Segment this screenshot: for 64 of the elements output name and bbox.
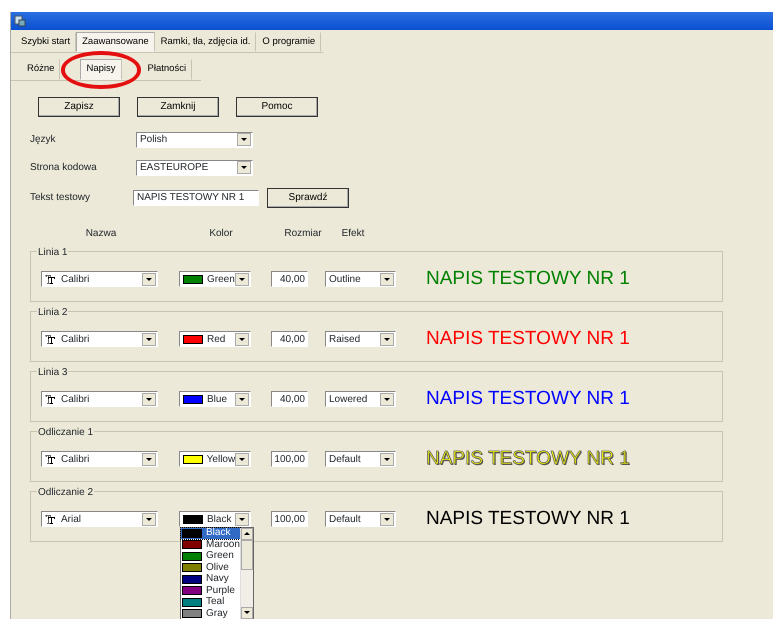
column-header: Kolor bbox=[209, 226, 233, 240]
scrollbar[interactable] bbox=[240, 528, 253, 618]
preview-text: NAPIS TESTOWY NR 1 bbox=[426, 386, 630, 411]
color-option[interactable]: Black bbox=[181, 528, 240, 539]
color-dropdown[interactable]: Blue bbox=[179, 391, 251, 407]
effect-dropdown[interactable]: Lowered bbox=[325, 391, 396, 407]
action-button[interactable]: Zapisz bbox=[38, 96, 120, 116]
preview-text: NAPIS TESTOWY NR 1 bbox=[426, 266, 630, 291]
field-label: Język bbox=[30, 133, 57, 147]
font-type-icon bbox=[45, 334, 55, 344]
font-type-icon bbox=[45, 274, 55, 284]
preview-text: NAPIS TESTOWY NR 1 bbox=[426, 506, 630, 531]
effect-dropdown[interactable]: Default bbox=[325, 451, 396, 467]
scroll-thumb[interactable] bbox=[241, 540, 253, 570]
color-option[interactable]: Olive bbox=[181, 562, 240, 574]
font-type-icon bbox=[45, 394, 55, 404]
check-button[interactable]: Sprawdź bbox=[267, 188, 349, 208]
font-type-icon bbox=[45, 454, 55, 464]
dropdown-field[interactable]: EASTEUROPE bbox=[136, 160, 253, 176]
tab[interactable]: Zaawansowane bbox=[76, 32, 155, 52]
text-field[interactable]: NAPIS TESTOWY NR 1 bbox=[133, 190, 259, 206]
font-type-icon bbox=[45, 514, 55, 524]
tab[interactable]: Ramki, tła, zdjęcia id. bbox=[154, 32, 256, 52]
font-dropdown[interactable]: Calibri bbox=[41, 451, 158, 467]
field-label: Tekst testowy bbox=[30, 191, 92, 205]
color-option[interactable]: Green bbox=[181, 550, 240, 562]
color-dropdown[interactable]: Black bbox=[179, 511, 251, 527]
column-header: Nazwa bbox=[86, 226, 116, 240]
size-field[interactable]: 40,00 bbox=[271, 331, 308, 347]
field-label: Strona kodowa bbox=[30, 161, 98, 175]
action-button[interactable]: Zamknij bbox=[137, 96, 219, 116]
font-dropdown[interactable]: Calibri bbox=[41, 391, 158, 407]
action-button[interactable]: Pomoc bbox=[236, 96, 318, 116]
size-field[interactable]: 100,00 bbox=[271, 451, 308, 467]
subtab[interactable]: Napisy bbox=[80, 59, 122, 80]
subtab[interactable]: Płatności bbox=[142, 59, 192, 80]
effect-dropdown[interactable]: Outline bbox=[325, 271, 396, 287]
scroll-down-icon[interactable] bbox=[241, 606, 253, 618]
color-dropdown[interactable]: Red bbox=[179, 331, 251, 347]
color-dropdown[interactable]: Green bbox=[179, 271, 251, 287]
effect-dropdown[interactable]: Default bbox=[325, 511, 396, 527]
color-option[interactable]: Navy bbox=[181, 574, 240, 585]
tab[interactable]: O programie bbox=[256, 32, 322, 52]
size-field[interactable]: 100,00 bbox=[271, 511, 308, 527]
scroll-up-icon[interactable] bbox=[241, 528, 253, 540]
app-icon bbox=[14, 15, 26, 27]
color-option[interactable]: Gray bbox=[181, 608, 240, 619]
font-dropdown[interactable]: Calibri bbox=[41, 271, 158, 287]
dropdown-field[interactable]: Polish bbox=[136, 132, 253, 148]
color-dropdown[interactable]: Yellow bbox=[179, 451, 251, 467]
size-field[interactable]: 40,00 bbox=[271, 391, 308, 407]
effect-dropdown[interactable]: Raised bbox=[325, 331, 396, 347]
column-header: Rozmiar bbox=[284, 226, 322, 240]
font-dropdown[interactable]: Calibri bbox=[41, 331, 158, 347]
column-header: Efekt bbox=[342, 226, 364, 240]
preview-text: NAPIS TESTOWY NR 1 bbox=[426, 446, 630, 471]
color-list[interactable]: Black Maroon Green Olive Navy Purple Teal Gray bbox=[180, 526, 254, 619]
color-option[interactable]: Teal bbox=[181, 596, 240, 608]
subtab[interactable]: Różne bbox=[21, 59, 60, 80]
size-field[interactable]: 40,00 bbox=[271, 271, 308, 287]
font-dropdown[interactable]: Arial bbox=[41, 511, 158, 527]
color-option[interactable]: Maroon bbox=[181, 539, 240, 550]
preview-text: NAPIS TESTOWY NR 1 bbox=[426, 326, 630, 351]
color-option[interactable]: Purple bbox=[181, 585, 240, 596]
